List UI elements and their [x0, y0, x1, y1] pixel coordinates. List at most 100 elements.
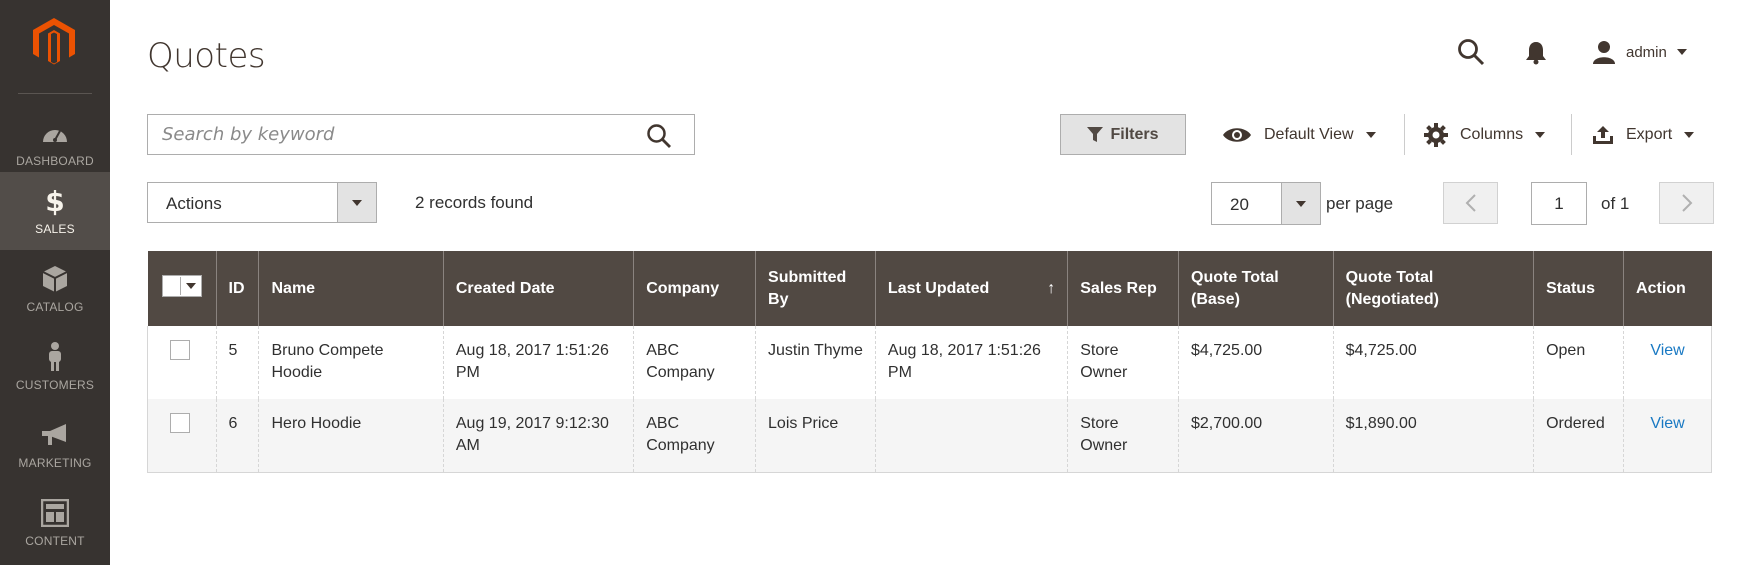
- previous-page-button[interactable]: [1443, 182, 1498, 224]
- filters-label: Filters: [1110, 125, 1159, 143]
- column-header-action: Action: [1623, 251, 1712, 326]
- sidebar-item-catalog[interactable]: Catalog: [0, 250, 110, 328]
- sidebar-item-label: Dashboard: [16, 154, 94, 168]
- column-header-created-date[interactable]: Created Date: [443, 251, 635, 326]
- cell-action: View: [1624, 326, 1712, 399]
- notifications-bell-icon[interactable]: [1525, 41, 1547, 70]
- column-header-quote-total-base[interactable]: Quote Total (Base): [1178, 251, 1334, 326]
- upload-export-icon: [1593, 125, 1613, 144]
- columns-dropdown[interactable]: Columns: [1424, 114, 1546, 155]
- sidebar-item-label: Sales: [35, 222, 75, 236]
- person-icon: [0, 342, 110, 372]
- admin-username: admin: [1626, 43, 1667, 61]
- sidebar-item-dashboard[interactable]: Dashboard: [0, 104, 110, 182]
- sidebar-item-customers[interactable]: Customers: [0, 328, 110, 406]
- cell-quote-total-base: $2,700.00: [1178, 399, 1334, 473]
- per-page-value: 20: [1230, 195, 1249, 214]
- row-checkbox[interactable]: [170, 413, 190, 433]
- cell-sales-rep: Store Owner: [1067, 399, 1179, 473]
- funnel-icon: [1087, 126, 1104, 142]
- admin-sidebar: Dashboard $ Sales Catalog Customers Mark…: [0, 0, 110, 565]
- next-page-button[interactable]: [1659, 182, 1714, 224]
- chevron-down-icon: [1535, 131, 1546, 138]
- mass-select-checkbox[interactable]: [161, 275, 202, 297]
- mass-select-header[interactable]: [147, 251, 217, 326]
- user-icon: [1593, 41, 1615, 64]
- cell-company: ABC Company: [633, 326, 757, 399]
- cell-last-updated: Aug 18, 2017 1:51:26 PM: [875, 326, 1069, 399]
- chevron-down-icon: [181, 276, 201, 296]
- chevron-down-icon: [1281, 183, 1320, 224]
- cell-status: Ordered: [1533, 399, 1625, 473]
- sidebar-item-label: Catalog: [26, 300, 84, 314]
- sidebar-item-content[interactable]: Content: [0, 484, 110, 562]
- sidebar-divider: [18, 93, 92, 94]
- search-icon[interactable]: [646, 123, 672, 154]
- page-title: Quotes: [147, 36, 266, 76]
- column-header-submitted-by[interactable]: Submitted By: [755, 251, 876, 326]
- cell-quote-total-negotiated: $1,890.00: [1333, 399, 1535, 473]
- cell-name: Hero Hoodie: [258, 399, 444, 473]
- toolbar-divider: [1571, 114, 1572, 155]
- dollar-icon: $: [45, 184, 65, 218]
- chevron-left-icon: [1465, 194, 1476, 212]
- cell-name: Bruno Compete Hoodie: [258, 326, 444, 399]
- cell-status: Open: [1533, 326, 1625, 399]
- column-header-name[interactable]: Name: [258, 251, 444, 326]
- eye-icon: [1223, 127, 1251, 142]
- sort-ascending-icon: ↑: [1047, 279, 1056, 297]
- cell-submitted-by: Justin Thyme: [755, 326, 876, 399]
- actions-label: Actions: [166, 194, 222, 213]
- quotes-grid: ID Name Created Date Company Submitted B…: [147, 251, 1712, 473]
- cell-company: ABC Company: [633, 399, 757, 473]
- sidebar-item-label: Marketing: [18, 456, 92, 470]
- row-checkbox[interactable]: [170, 340, 190, 360]
- export-label: Export: [1626, 125, 1673, 143]
- cell-id: 5: [216, 326, 260, 399]
- column-header-sales-rep[interactable]: Sales Rep: [1067, 251, 1179, 326]
- cell-created-date: Aug 18, 2017 1:51:26 PM: [443, 326, 635, 399]
- default-view-dropdown[interactable]: Default View: [1222, 114, 1376, 155]
- chevron-down-icon: [1684, 131, 1695, 138]
- layout-icon: [0, 498, 110, 528]
- chevron-down-icon: [1676, 49, 1687, 55]
- table-row: 5 Bruno Compete Hoodie Aug 18, 2017 1:51…: [147, 326, 1712, 399]
- column-header-id[interactable]: ID: [216, 251, 260, 326]
- cell-quote-total-base: $4,725.00: [1178, 326, 1334, 399]
- current-page-input[interactable]: 1: [1531, 182, 1587, 225]
- sidebar-item-sales[interactable]: $ Sales: [0, 172, 110, 250]
- column-header-last-updated[interactable]: Last Updated ↑: [875, 251, 1069, 326]
- row-select-cell: [147, 326, 217, 399]
- search-input[interactable]: [148, 115, 628, 154]
- cell-created-date: Aug 19, 2017 9:12:30 AM: [443, 399, 635, 473]
- global-search-icon[interactable]: [1457, 38, 1485, 71]
- view-quote-link[interactable]: View: [1650, 342, 1684, 359]
- dashboard-icon: [0, 118, 110, 148]
- admin-user-menu[interactable]: admin: [1592, 40, 1687, 64]
- sidebar-item-marketing[interactable]: Marketing: [0, 406, 110, 484]
- table-row: 6 Hero Hoodie Aug 19, 2017 9:12:30 AM AB…: [147, 399, 1712, 473]
- column-header-quote-total-negotiated[interactable]: Quote Total (Negotiated): [1333, 251, 1535, 326]
- magento-logo-icon[interactable]: [29, 16, 79, 68]
- filters-button[interactable]: Filters: [1060, 114, 1186, 155]
- megaphone-icon: [0, 420, 110, 450]
- box-icon: [0, 264, 110, 294]
- records-found-count: 2 records found: [415, 193, 534, 212]
- mass-actions-dropdown[interactable]: Actions: [147, 182, 377, 223]
- per-page-dropdown[interactable]: 20: [1211, 182, 1321, 225]
- column-header-company[interactable]: Company: [633, 251, 757, 326]
- chevron-down-icon: [337, 183, 376, 222]
- cell-submitted-by: Lois Price: [755, 399, 876, 473]
- column-header-status[interactable]: Status: [1533, 251, 1625, 326]
- view-quote-link[interactable]: View: [1650, 415, 1684, 432]
- total-pages-label: of 1: [1601, 194, 1630, 213]
- column-label: Last Updated: [887, 279, 990, 297]
- cell-last-updated: [875, 399, 1069, 473]
- columns-label: Columns: [1460, 125, 1524, 143]
- cell-sales-rep: Store Owner: [1067, 326, 1179, 399]
- export-dropdown[interactable]: Export: [1592, 114, 1695, 155]
- sidebar-item-label: Content: [25, 534, 85, 548]
- gear-icon: [1424, 122, 1448, 147]
- cell-action: View: [1623, 399, 1712, 473]
- per-page-label: per page: [1326, 194, 1394, 213]
